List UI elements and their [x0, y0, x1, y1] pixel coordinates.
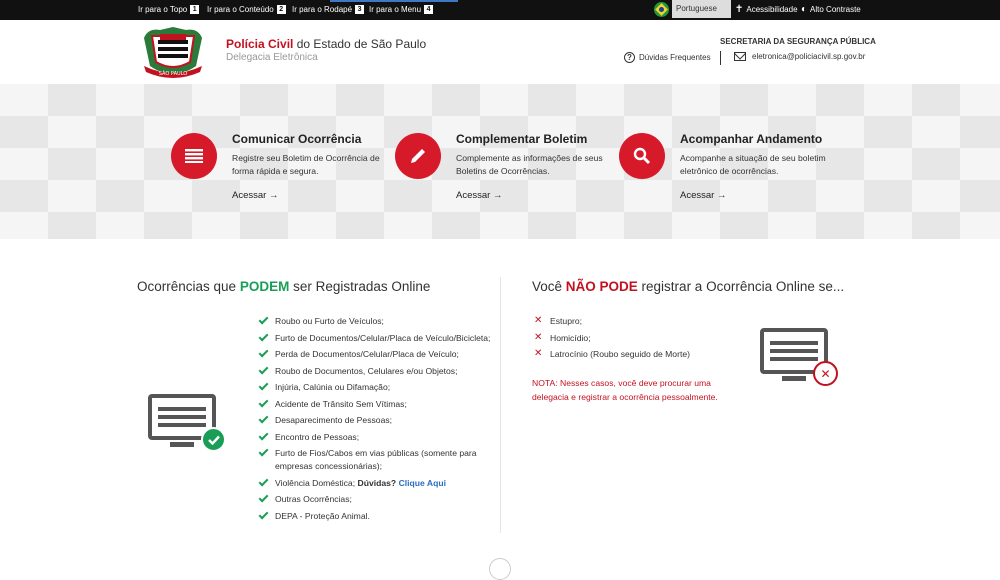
check-icon: [258, 331, 269, 341]
faq-link[interactable]: ? Dúvidas Frequentes: [624, 52, 711, 63]
list-item: Outras Ocorrências;: [258, 492, 498, 506]
list-item: ✕ Homicídio;: [534, 331, 591, 343]
skip-to-footer-link[interactable]: Ir para o Rodapé 3: [292, 5, 365, 14]
secretaria-label: SECRETARIA DA SEGURANÇA PÚBLICA: [720, 37, 876, 46]
list-item: Roubo de Documentos, Celulares e/ou Obje…: [258, 364, 498, 378]
clique-aqui-link[interactable]: Clique Aqui: [399, 478, 446, 488]
list-item: Furto de Documentos/Celular/Placa de Veí…: [258, 331, 498, 345]
svg-text:SÃO PAULO: SÃO PAULO: [159, 70, 188, 77]
mail-icon: [734, 52, 746, 61]
acessar-complementar-link[interactable]: Acessar →: [456, 190, 502, 201]
list-item: Encontro de Pessoas;: [258, 430, 498, 444]
check-icon: [258, 430, 269, 440]
police-emblem-icon[interactable]: SÃO PAULO: [138, 26, 208, 78]
check-icon: [258, 476, 269, 486]
card-description: Registre seu Boletim de Ocorrência de fo…: [232, 153, 380, 176]
skip-to-top-link[interactable]: Ir para o Topo 1: [138, 5, 200, 14]
accessibility-bar: Ir para o Topo 1 Ir para o Conteúdo 2 Ir p…: [0, 0, 1000, 20]
high-contrast-toggle[interactable]: ◐ Alto Contraste: [801, 3, 861, 15]
search-icon[interactable]: [619, 133, 665, 179]
contrast-icon: ◐: [801, 3, 808, 15]
check-icon: [258, 509, 269, 519]
list-item: Furto de Fios/Cabos em vias públicas (so…: [258, 446, 498, 473]
check-icon: [258, 314, 269, 325]
check-icon: [258, 492, 269, 503]
monitor-x-icon: ✕: [760, 328, 840, 386]
list-item: Roubo ou Furto de Veículos;: [258, 314, 498, 328]
list-item: Acidente de Trânsito Sem Vítimas;: [258, 397, 498, 411]
column-divider: [500, 277, 501, 533]
list-item: Desaparecimento de Pessoas;: [258, 413, 498, 427]
list-item: Injúria, Calúnia ou Difamação;: [258, 380, 498, 394]
x-badge-icon: ✕: [813, 361, 838, 386]
can-register-list: Roubo ou Furto de Veículos; Furto de Doc…: [258, 314, 498, 523]
check-icon: [258, 446, 269, 457]
arrow-right-icon: →: [716, 190, 727, 201]
skip-to-content-link[interactable]: Ir para o Conteúdo 2: [207, 5, 286, 14]
check-icon: [258, 380, 269, 391]
card-acompanhar: Acompanhar Andamento Acompanhe a situaçã…: [619, 132, 839, 212]
monitor-check-icon: [148, 394, 228, 452]
site-subtitle: Delegacia Eletrônica: [226, 52, 318, 63]
accessibility-link[interactable]: ✝ Acessibilidade: [735, 3, 798, 15]
list-item: Perda de Documentos/Celular/Placa de Veí…: [258, 347, 498, 361]
check-icon: [258, 397, 269, 407]
check-icon: [258, 347, 269, 358]
list-item: ✕ Estupro;: [534, 315, 583, 326]
check-icon: [258, 413, 269, 424]
card-title: Complementar Boletim: [456, 132, 588, 146]
card-title: Comunicar Ocorrência: [232, 132, 362, 146]
site-title[interactable]: Polícia Civil do Estado de São Paulo: [226, 37, 426, 51]
active-indicator: [330, 0, 458, 2]
acessar-comunicar-link[interactable]: Acessar →: [232, 190, 278, 201]
x-icon: ✕: [534, 331, 543, 343]
pencil-icon[interactable]: [395, 133, 441, 179]
acessar-acompanhar-link[interactable]: Acessar →: [680, 190, 726, 201]
skip-to-menu-link[interactable]: Ir para o Menu 4: [369, 5, 434, 14]
warning-note: NOTA: Nesses casos, você deve procurar u…: [532, 378, 718, 402]
scroll-down-button[interactable]: [489, 558, 511, 580]
list-item: DEPA - Proteção Animal.: [258, 509, 498, 523]
card-description: Complemente as informações de seus Bolet…: [456, 153, 603, 176]
email-link[interactable]: eletronica@policiacivil.sp.gov.br: [734, 52, 865, 61]
x-icon: ✕: [534, 348, 543, 359]
question-icon: ?: [624, 52, 635, 63]
arrow-right-icon: →: [492, 190, 503, 201]
arrow-right-icon: →: [268, 190, 279, 201]
list-icon[interactable]: [171, 133, 217, 179]
check-badge-icon: [201, 427, 226, 452]
can-register-title: Ocorrências que PODEM ser Registradas On…: [137, 279, 431, 294]
language-select[interactable]: Portuguese: [672, 0, 731, 18]
site-header: SÃO PAULO Polícia Civil do Estado de São…: [0, 20, 1000, 84]
list-item: ✕ Latrocínio (Roubo seguido de Morte): [534, 348, 690, 359]
header-divider: [720, 51, 721, 65]
card-complementar: Complementar Boletim Complemente as info…: [395, 132, 615, 212]
brazil-flag-icon[interactable]: [654, 2, 669, 17]
person-icon: ✝: [735, 3, 744, 15]
list-item: Violência Doméstica; Dúvidas? Clique Aqu…: [258, 476, 498, 490]
card-comunicar: Comunicar Ocorrência Registre seu Boleti…: [171, 132, 391, 212]
card-title: Acompanhar Andamento: [680, 132, 823, 146]
card-description: Acompanhe a situação de seu boletim elet…: [680, 153, 826, 176]
services-banner: Comunicar Ocorrência Registre seu Boleti…: [0, 84, 1000, 239]
cannot-register-title: Você NÃO PODE registrar a Ocorrência Onl…: [532, 279, 845, 294]
check-icon: [258, 364, 269, 374]
x-icon: ✕: [534, 315, 543, 326]
cannot-register-list: ✕ Estupro; ✕ Homicídio; ✕ Latrocínio (Roubo…: [533, 315, 753, 361]
